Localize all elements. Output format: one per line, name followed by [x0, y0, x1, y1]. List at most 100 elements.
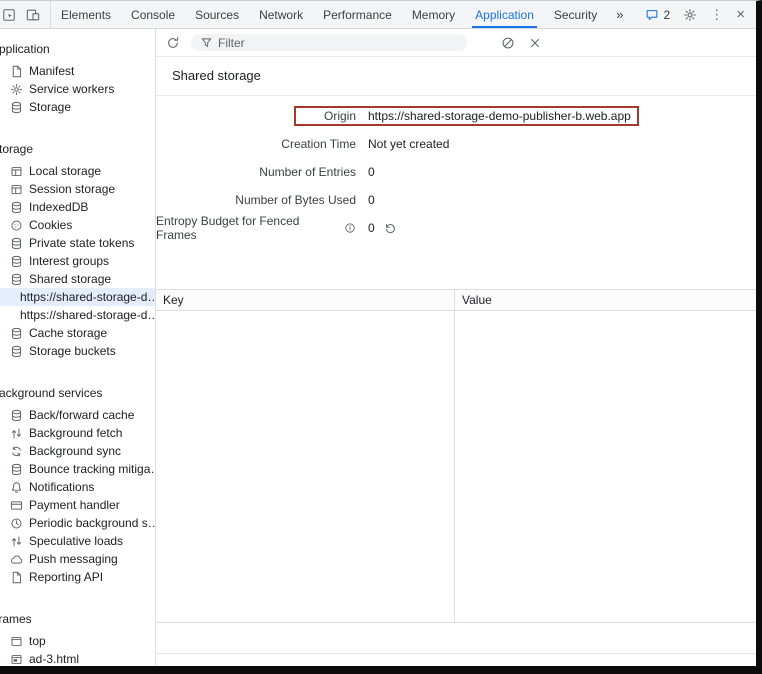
sidebar-item-service-workers[interactable]: Service workers — [0, 80, 156, 98]
sidebar-item-speculative-loads[interactable]: Speculative loads — [0, 532, 156, 550]
section-title-application: Application — [0, 34, 156, 62]
field-value: 0 — [368, 221, 397, 235]
document-icon — [10, 65, 23, 78]
tab-console[interactable]: Console — [121, 1, 185, 28]
shared-storage-panel: Shared storage Origin https://shared-stor… — [156, 29, 756, 666]
sidebar-item-notifications[interactable]: Notifications — [0, 478, 156, 496]
sidebar-item-label: https://shared-storage-d… — [20, 290, 156, 304]
sidebar-item-label: Cache storage — [29, 326, 107, 340]
origin-highlight-box: Origin https://shared-storage-demo-publis… — [294, 106, 639, 126]
sidebar-item-bounce-tracking-mitiga[interactable]: Bounce tracking mitiga… — [0, 460, 156, 478]
sidebar-item-background-fetch[interactable]: Background fetch — [0, 424, 156, 442]
sidebar-item-payment-handler[interactable]: Payment handler — [0, 496, 156, 514]
field-value: https://shared-storage-demo-publisher-b.… — [368, 109, 631, 123]
sidebar-section-storage: StorageLocal storageSession storageIndex… — [0, 134, 156, 360]
sidebar-item-label: Background fetch — [29, 426, 122, 440]
tab-network[interactable]: Network — [249, 1, 313, 28]
settings-gear-icon[interactable] — [683, 8, 697, 22]
sidebar-section-background-services: Background servicesBack/forward cacheBac… — [0, 378, 156, 586]
sidebar-item-top[interactable]: top — [0, 632, 156, 650]
sidebar-item-indexeddb[interactable]: IndexedDB — [0, 198, 156, 216]
field-value-text: 0 — [368, 193, 375, 207]
clear-all-icon[interactable] — [499, 34, 517, 52]
sidebar-item-background-sync[interactable]: Background sync — [0, 442, 156, 460]
sidebar-item-label: Bounce tracking mitiga… — [29, 462, 156, 476]
sidebar-item-label: top — [29, 634, 46, 648]
column-divider — [454, 311, 455, 622]
field-value: 0 — [368, 193, 375, 207]
field-label: Origin — [302, 109, 356, 123]
sidebar-item-interest-groups[interactable]: Interest groups — [0, 252, 156, 270]
tab-application[interactable]: Application — [465, 1, 544, 28]
sync-icon — [10, 445, 23, 458]
field-row-entropy-budget-for-fenced-frames: Entropy Budget for Fenced Frames0 — [156, 219, 756, 237]
sidebar-item-label: IndexedDB — [29, 200, 88, 214]
sidebar-item-reporting-api[interactable]: Reporting API — [0, 568, 156, 586]
field-label: Number of Bytes Used — [156, 193, 356, 207]
tab-elements[interactable]: Elements — [51, 1, 121, 28]
report-header: Shared storage — [156, 57, 756, 96]
sidebar-item-ad-3-html[interactable]: ad-3.html — [0, 650, 156, 666]
issues-button[interactable]: 2 — [645, 8, 671, 22]
sidebar-item-manifest[interactable]: Manifest — [0, 62, 156, 80]
sidebar-item-label: Speculative loads — [29, 534, 123, 548]
application-sidebar: ApplicationManifestService workers Storag… — [0, 29, 156, 666]
sidebar-item-label: Periodic background s… — [29, 516, 156, 530]
metadata-fields: Origin https://shared-storage-demo-publis… — [156, 96, 756, 247]
sidebar-item-label: Session storage — [29, 182, 115, 196]
field-value-text: Not yet created — [368, 137, 449, 151]
sidebar-item-private-state-tokens[interactable]: Private state tokens — [0, 234, 156, 252]
sidebar-item-label: Back/forward cache — [29, 408, 134, 422]
sidebar-item-shared-storage[interactable]: Shared storage — [0, 270, 156, 288]
inspect-element-icon[interactable] — [0, 2, 21, 28]
sidebar-section-frames: Frames top ad-3.html — [0, 604, 156, 666]
tab-security[interactable]: Security — [544, 1, 607, 28]
section-title-frames: Frames — [0, 604, 156, 632]
field-row-number-of-entries: Number of Entries0 — [156, 163, 756, 181]
sidebar-item-local-storage[interactable]: Local storage — [0, 162, 156, 180]
sidebar-item-back-forward-cache[interactable]: Back/forward cache — [0, 406, 156, 424]
database-icon — [10, 101, 23, 114]
refresh-icon[interactable] — [164, 34, 182, 52]
panel-tabs: ElementsConsoleSourcesNetworkPerformance… — [51, 1, 607, 28]
column-header-value[interactable]: Value — [455, 290, 756, 310]
info-icon[interactable] — [343, 222, 356, 235]
database-icon — [10, 237, 23, 250]
database-icon — [10, 255, 23, 268]
cookie-icon — [10, 219, 23, 232]
inspect-tools-group — [0, 1, 51, 28]
sidebar-item-storage-buckets[interactable]: Storage buckets — [0, 342, 156, 360]
more-options-icon[interactable]: ⋮ — [710, 8, 723, 21]
database-icon — [10, 345, 23, 358]
device-toolbar-icon[interactable] — [21, 2, 45, 28]
sidebar-item-push-messaging[interactable]: Push messaging — [0, 550, 156, 568]
sidebar-item-https-shared-storage-d[interactable]: https://shared-storage-d… — [0, 288, 156, 306]
filter-box[interactable] — [191, 34, 467, 51]
sidebar-item-session-storage[interactable]: Session storage — [0, 180, 156, 198]
column-header-key[interactable]: Key — [156, 290, 455, 310]
sidebar-item-label: Storage — [29, 100, 71, 114]
arrows-updown-icon — [10, 427, 23, 440]
tab-memory[interactable]: Memory — [402, 1, 465, 28]
sidebar-item-https-shared-storage-d[interactable]: https://shared-storage-d… — [0, 306, 156, 324]
sidebar-item-label: Local storage — [29, 164, 101, 178]
filter-input[interactable] — [218, 36, 458, 50]
tab-sources[interactable]: Sources — [185, 1, 249, 28]
sidebar-item-periodic-background-s[interactable]: Periodic background s… — [0, 514, 156, 532]
field-label-text: Creation Time — [281, 137, 356, 151]
delete-selected-icon[interactable] — [526, 34, 544, 52]
tab-performance[interactable]: Performance — [313, 1, 402, 28]
card-icon — [10, 499, 23, 512]
close-devtools-icon[interactable]: × — [736, 7, 745, 22]
service-worker-icon — [10, 83, 23, 96]
sidebar-item-storage[interactable]: Storage — [0, 98, 156, 116]
issues-icon — [645, 8, 659, 22]
field-value: Not yet created — [368, 137, 449, 151]
sidebar-item-cookies[interactable]: Cookies — [0, 216, 156, 234]
sidebar-item-cache-storage[interactable]: Cache storage — [0, 324, 156, 342]
field-label: Number of Entries — [156, 165, 356, 179]
cloud-icon — [10, 553, 23, 566]
reset-budget-icon[interactable] — [384, 222, 397, 235]
more-panels-button[interactable]: » — [607, 1, 632, 28]
arrows-updown-icon — [10, 535, 23, 548]
